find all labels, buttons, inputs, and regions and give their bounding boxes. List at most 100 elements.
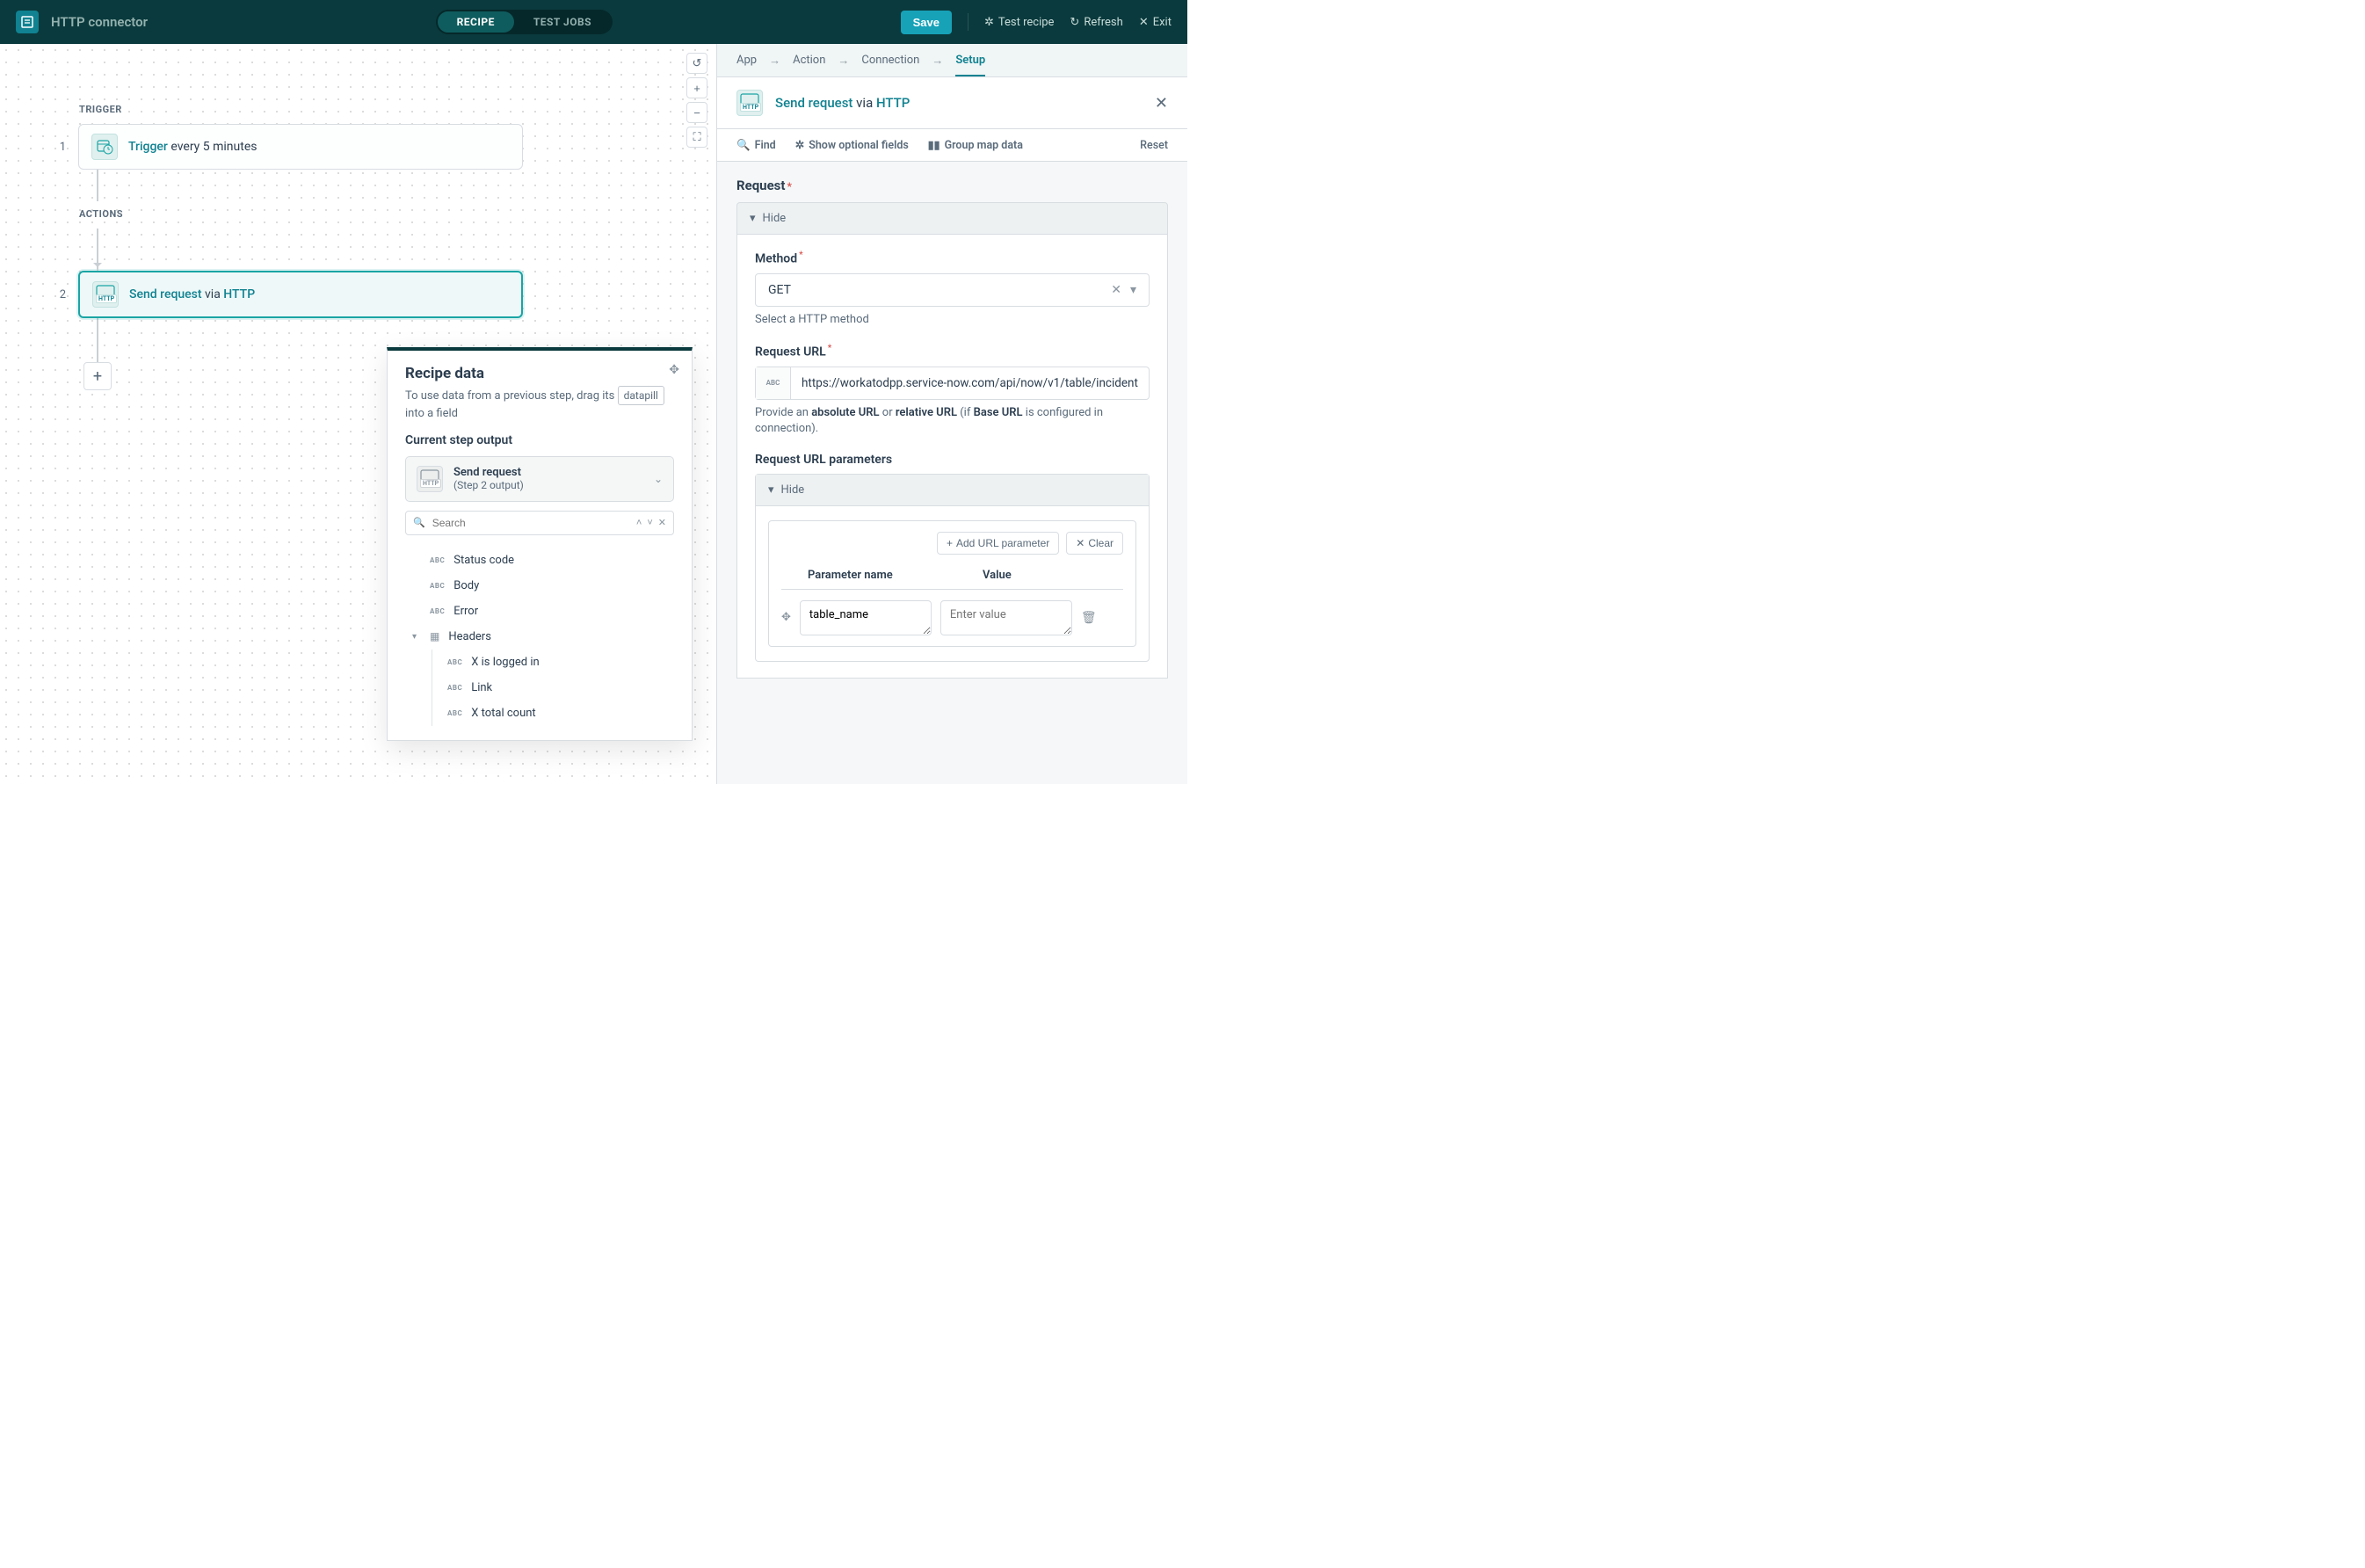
popover-desc-post: into a field: [405, 407, 458, 420]
panel-title-row: HTTP Send request via HTTP ✕: [717, 77, 1187, 129]
datapill-list: ABCStatus code ABCBody ABCError ▾▦Header…: [388, 544, 692, 740]
optional-label: Show optional fields: [809, 139, 909, 152]
close-panel-button[interactable]: ✕: [1155, 94, 1168, 113]
popover-desc: To use data from a previous step, drag i…: [405, 386, 674, 423]
caret-down-icon: ▾: [750, 212, 756, 225]
pill-label: Status code: [453, 554, 514, 567]
required-star: *: [787, 180, 791, 192]
show-optional-button[interactable]: ✲Show optional fields: [795, 138, 909, 152]
plus-icon: +: [947, 537, 953, 549]
method-label: Method*: [755, 250, 1150, 266]
popover-header: Recipe data To use data from a previous …: [388, 351, 692, 433]
panel-body[interactable]: Request* ▾ Hide Method* GET ✕: [717, 162, 1187, 784]
popover-desc-pre: To use data from a previous step, drag i…: [405, 389, 618, 403]
breadcrumb: App → Action → Connection → Setup: [717, 44, 1187, 77]
move-icon[interactable]: ✥: [669, 363, 679, 377]
gear-icon: ✲: [984, 16, 994, 29]
recipe-flow: TRIGGER 1 Trigger every 5 minutes ACTION…: [48, 97, 523, 390]
step-2-link2: HTTP: [223, 287, 255, 301]
text-type-icon: ABC: [756, 367, 791, 399]
url-hint: Provide an absolute URL or relative URL …: [755, 405, 1150, 437]
prev-icon[interactable]: ˄: [636, 517, 642, 528]
pill-label: Link: [471, 681, 492, 694]
datapill-search-input[interactable]: [431, 516, 631, 530]
url-params-label: Request URL parameters: [755, 453, 1150, 467]
panel-title-mid: via: [852, 95, 876, 111]
caret-down-icon: ▾: [768, 483, 774, 497]
datapill-x-total-count[interactable]: ABCX total count: [405, 701, 674, 726]
exit-label: Exit: [1153, 16, 1172, 29]
request-collapse-toggle[interactable]: ▾ Hide: [737, 203, 1167, 234]
zoom-in-button[interactable]: +: [686, 77, 707, 98]
param-name-header: Parameter name: [781, 569, 983, 582]
app-icon: [16, 11, 39, 33]
clear-label: Clear: [1088, 537, 1114, 549]
http-icon: HTTP: [92, 281, 119, 308]
crumb-app[interactable]: App: [736, 54, 757, 67]
step-2-link1: Send request: [129, 287, 202, 301]
method-label-text: Method: [755, 252, 797, 266]
params-collapse-toggle[interactable]: ▾ Hide: [756, 475, 1149, 505]
add-step-button[interactable]: +: [83, 362, 112, 390]
config-panel: App → Action → Connection → Setup HTTP S…: [716, 44, 1187, 784]
crumb-setup[interactable]: Setup: [955, 54, 985, 76]
clear-icon[interactable]: ✕: [658, 517, 666, 528]
test-recipe-label: Test recipe: [998, 16, 1055, 29]
crumb-connection[interactable]: Connection: [861, 54, 919, 67]
zoom-out-button[interactable]: −: [686, 102, 707, 123]
param-value-input[interactable]: [940, 600, 1072, 635]
datapill-error[interactable]: ABCError: [405, 599, 674, 624]
clear-icon[interactable]: ✕: [1111, 283, 1121, 297]
request-collapse: ▾ Hide Method* GET ✕ ▾ Select: [736, 202, 1168, 679]
exit-button[interactable]: ✕ Exit: [1139, 16, 1172, 29]
delete-icon[interactable]: 🗑: [1081, 611, 1097, 625]
refresh-label: Refresh: [1084, 16, 1122, 29]
step-2-mid: via: [202, 287, 224, 301]
method-select[interactable]: GET ✕ ▾: [755, 273, 1150, 307]
pill-label: X is logged in: [471, 656, 539, 669]
datapill-headers[interactable]: ▾▦Headers: [405, 624, 674, 650]
chevron-down-icon[interactable]: ▾: [1130, 283, 1136, 297]
crumb-action[interactable]: Action: [793, 54, 825, 67]
save-button[interactable]: Save: [901, 11, 952, 34]
url-label: Request URL*: [755, 344, 1150, 359]
params-header: Parameter name Value: [781, 563, 1123, 590]
tab-test-jobs[interactable]: TEST JOBS: [514, 11, 611, 33]
close-icon: ✕: [1139, 16, 1149, 29]
hide-label: Hide: [763, 212, 787, 225]
step-1-link: Trigger: [128, 140, 168, 154]
group-map-button[interactable]: ▮▮Group map data: [928, 138, 1023, 152]
step-1-number: 1: [48, 141, 66, 154]
connector-2: [97, 229, 523, 271]
http-icon: HTTP: [417, 466, 443, 492]
step-2-card[interactable]: HTTP Send request via HTTP: [78, 271, 523, 318]
url-input[interactable]: https://workatodpp.service-now.com/api/n…: [791, 367, 1149, 399]
recipe-canvas[interactable]: ↺ + − ⛶ TRIGGER 1 Trigger every 5 minute…: [0, 44, 716, 784]
clear-params-button[interactable]: ✕Clear: [1066, 532, 1123, 555]
params-collapse-body: +Add URL parameter ✕Clear Parameter name…: [756, 505, 1149, 661]
method-value: GET: [768, 283, 1111, 297]
add-url-param-button[interactable]: +Add URL parameter: [937, 532, 1059, 555]
undo-button[interactable]: ↺: [686, 53, 707, 74]
tab-recipe[interactable]: RECIPE: [438, 11, 514, 33]
output-title: Send request: [453, 466, 643, 479]
next-icon[interactable]: ˅: [647, 517, 652, 528]
datapill-body[interactable]: ABCBody: [405, 573, 674, 599]
fit-button[interactable]: ⛶: [686, 127, 707, 148]
datapill-x-logged-in[interactable]: ABCX is logged in: [405, 650, 674, 675]
caret-down-icon: ▾: [412, 632, 421, 642]
refresh-button[interactable]: ↻ Refresh: [1070, 16, 1122, 29]
find-button[interactable]: 🔍Find: [736, 139, 776, 152]
output-card[interactable]: HTTP Send request (Step 2 output) ⌄: [405, 456, 674, 502]
datapill-status-code[interactable]: ABCStatus code: [405, 548, 674, 573]
trigger-section-label: TRIGGER: [79, 104, 523, 115]
test-recipe-button[interactable]: ✲ Test recipe: [984, 16, 1054, 29]
chevron-down-icon: ⌄: [654, 473, 663, 485]
reset-button[interactable]: Reset: [1140, 139, 1168, 152]
step-1-card[interactable]: Trigger every 5 minutes: [78, 124, 523, 170]
param-name-input[interactable]: [800, 600, 932, 635]
drag-handle-icon[interactable]: ✥: [781, 611, 791, 624]
param-value-header: Value: [983, 569, 1123, 582]
datapill-link[interactable]: ABCLink: [405, 675, 674, 701]
request-label-text: Request: [736, 178, 785, 193]
